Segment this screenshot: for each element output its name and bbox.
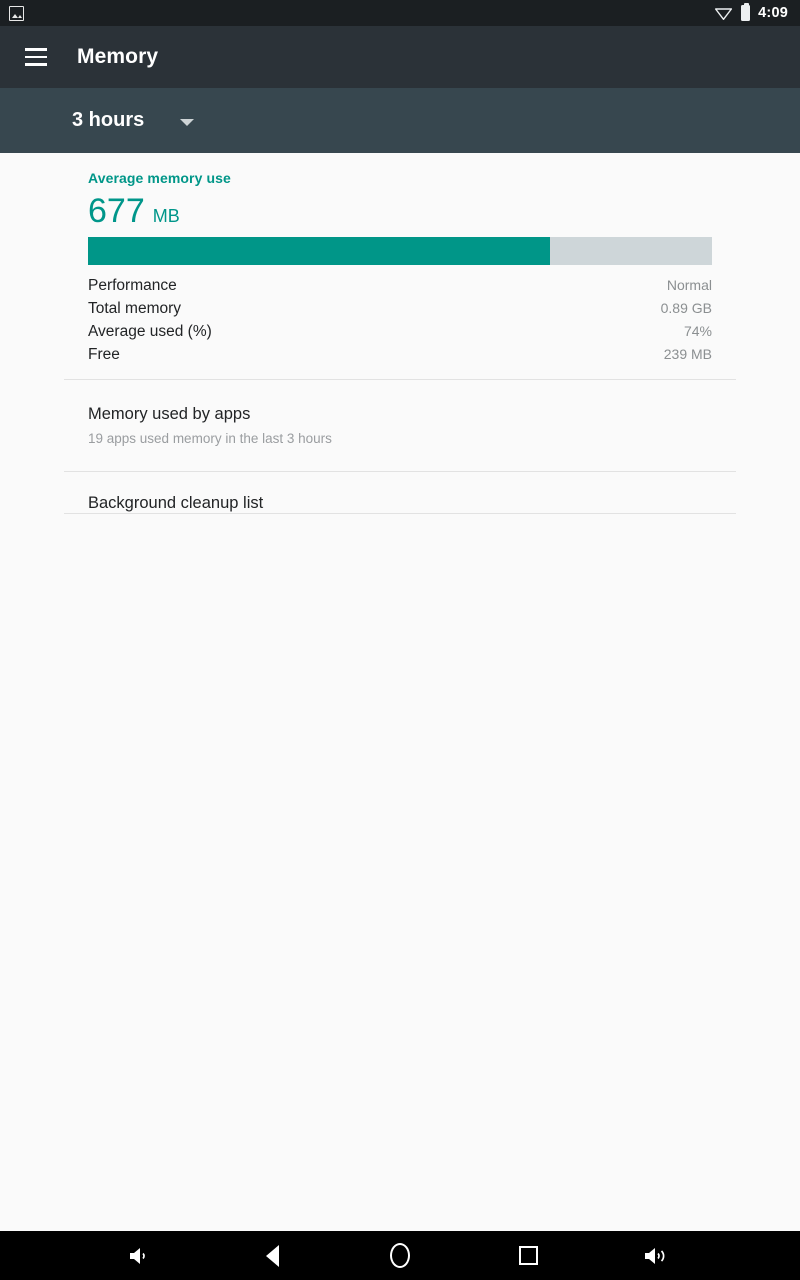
back-triangle-glyph xyxy=(265,1244,279,1267)
detail-key: Free xyxy=(88,346,120,363)
detail-value: 239 MB xyxy=(663,346,712,362)
list-item-memory-used-by-apps[interactable]: Memory used by apps 19 apps used memory … xyxy=(88,405,712,446)
average-memory-use-value: 677 xyxy=(88,192,145,230)
volume-up-icon[interactable] xyxy=(626,1231,686,1280)
list-item-background-cleanup-list[interactable]: Background cleanup list xyxy=(88,494,712,513)
list-item-title: Background cleanup list xyxy=(88,494,264,512)
average-memory-use-label: Average memory use xyxy=(88,170,231,186)
detail-value: 0.89 GB xyxy=(660,300,712,316)
memory-detail-list: Performance Normal Total memory 0.89 GB Aver… xyxy=(88,277,712,369)
detail-row: Total memory 0.89 GB xyxy=(88,300,712,323)
page-title: Memory xyxy=(77,45,159,68)
status-bar: 4:09 xyxy=(0,0,800,26)
memory-content: Average memory use 677 MB Performance Nor… xyxy=(0,153,800,1231)
hamburger-line xyxy=(25,48,47,51)
memory-usage-progress-bar xyxy=(88,237,712,265)
system-navigation-bar xyxy=(0,1231,800,1280)
app-toolbar: Memory xyxy=(0,26,800,88)
status-bar-clock: 4:09 xyxy=(758,5,788,21)
photo-icon xyxy=(9,5,24,21)
time-range-value: 3 hours xyxy=(72,109,145,131)
home-circle-glyph xyxy=(390,1243,410,1268)
volume-down-glyph xyxy=(130,1247,145,1264)
divider xyxy=(64,471,736,472)
back-icon[interactable] xyxy=(242,1231,302,1280)
divider xyxy=(64,379,736,380)
recents-icon[interactable] xyxy=(498,1231,558,1280)
memory-usage-progress-fill xyxy=(88,237,550,265)
detail-row: Performance Normal xyxy=(88,277,712,300)
status-bar-system-icons: 4:09 xyxy=(714,2,800,21)
divider xyxy=(64,513,736,514)
android-memory-screen: 4:09 Memory 3 hours Average memory use 6… xyxy=(0,0,800,1280)
recents-square-glyph xyxy=(518,1246,538,1265)
hamburger-line xyxy=(25,63,47,66)
time-range-spinner[interactable]: 3 hours xyxy=(72,109,195,132)
status-bar-notifications xyxy=(0,5,24,21)
hamburger-menu-icon[interactable] xyxy=(12,33,60,81)
detail-value: Normal xyxy=(666,277,712,293)
average-memory-use-value-row: 677 MB xyxy=(88,186,712,228)
volume-up-glyph xyxy=(645,1247,665,1264)
volume-down-icon[interactable] xyxy=(110,1231,170,1280)
detail-row: Average used (%) 74% xyxy=(88,323,712,346)
detail-key: Average used (%) xyxy=(88,323,212,340)
hamburger-line xyxy=(25,55,47,59)
wifi-no-signal-icon xyxy=(715,7,733,20)
memory-summary: Average memory use 677 MB xyxy=(0,153,800,228)
list-item-title: Memory used by apps xyxy=(88,405,251,423)
detail-row: Free 239 MB xyxy=(88,346,712,369)
chevron-down-icon xyxy=(180,118,195,126)
detail-key: Total memory xyxy=(88,300,182,317)
average-memory-use-unit: MB xyxy=(152,206,180,226)
home-icon[interactable] xyxy=(370,1231,430,1280)
time-range-subheader: 3 hours xyxy=(0,88,800,153)
battery-full-icon xyxy=(741,2,751,21)
detail-value: 74% xyxy=(683,323,712,339)
detail-key: Performance xyxy=(88,277,177,294)
list-item-subtitle: 19 apps used memory in the last 3 hours xyxy=(88,431,332,446)
